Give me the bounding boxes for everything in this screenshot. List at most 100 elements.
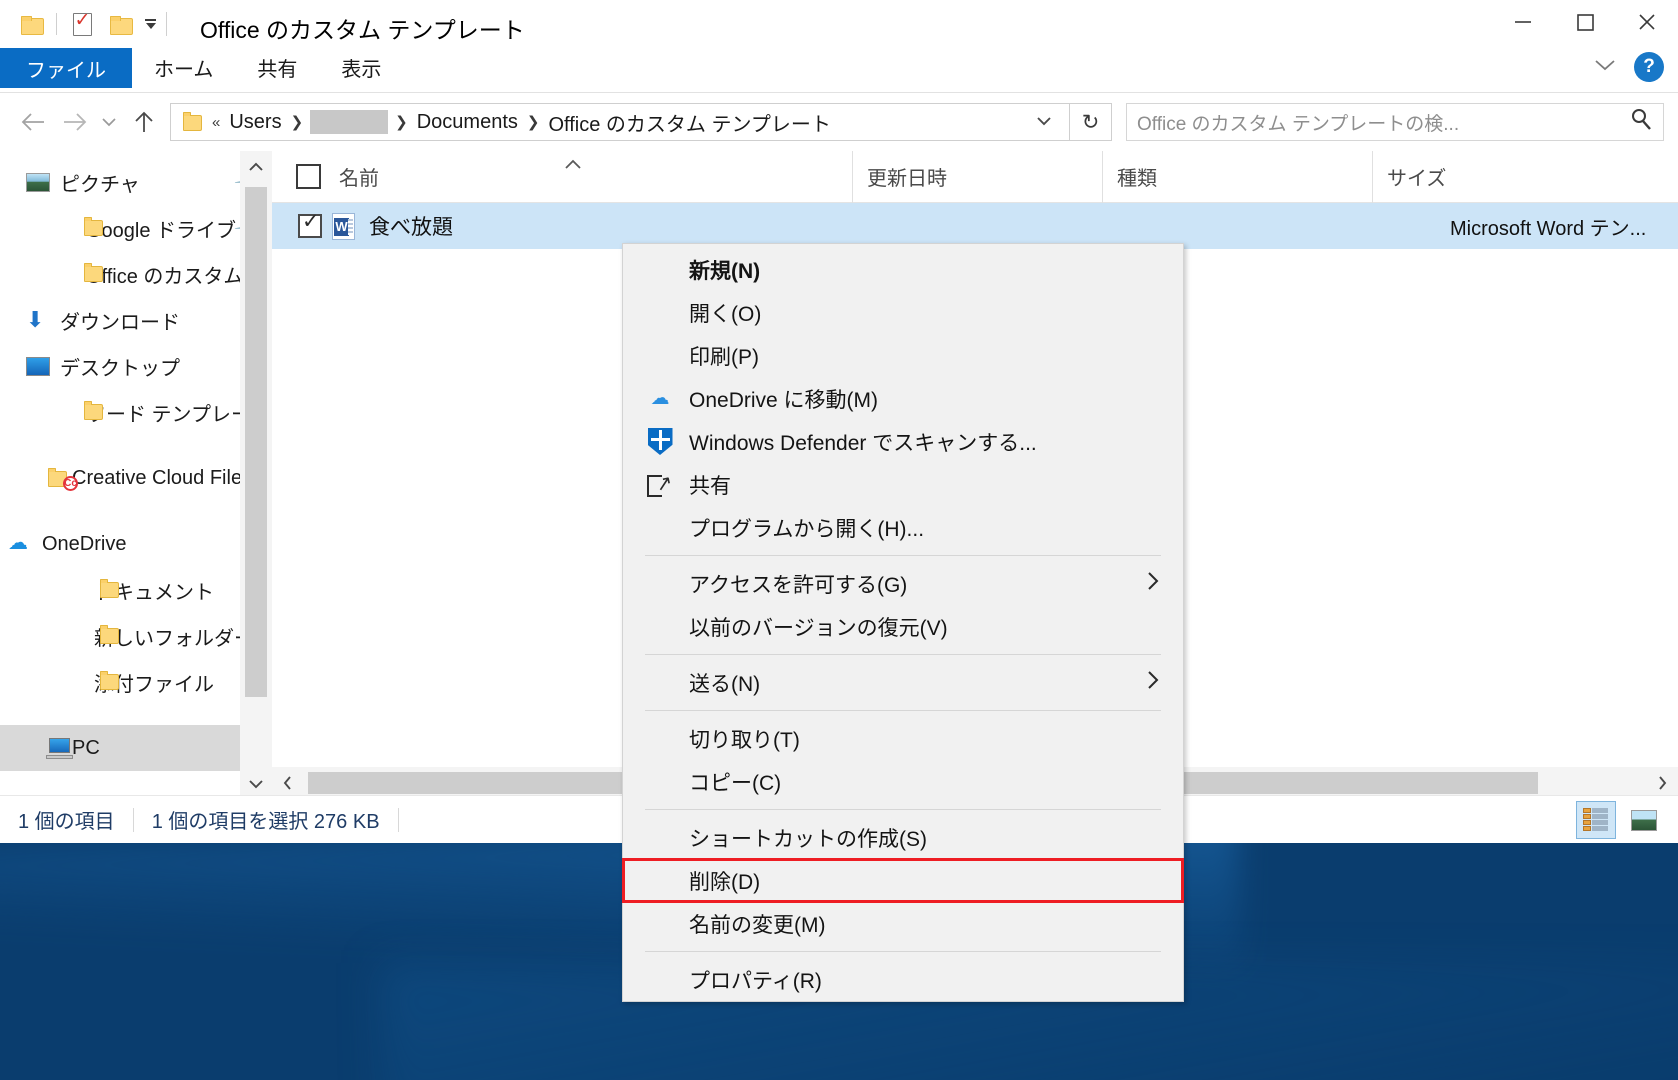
sidebar-item-label: ダウンロード xyxy=(60,311,180,334)
sidebar-item-label: ピクチャ xyxy=(60,173,140,196)
details-view-icon[interactable] xyxy=(1576,801,1616,839)
folder-icon[interactable] xyxy=(12,5,50,43)
sidebar-item-new-folder[interactable]: 新しいフォルダー xyxy=(0,613,272,659)
menu-item-restore-previous-versions[interactable]: 以前のバージョンの復元(V) xyxy=(623,605,1183,648)
sidebar-item-pictures[interactable]: ピクチャ 📌 xyxy=(0,159,272,205)
divider xyxy=(132,807,134,832)
menu-separator xyxy=(645,710,1161,711)
window-controls xyxy=(1492,0,1678,44)
view-mode-buttons xyxy=(1576,801,1664,839)
help-button[interactable]: ? xyxy=(1634,52,1664,82)
select-all-checkbox[interactable] xyxy=(296,164,321,189)
menu-item-new[interactable]: 新規(N) xyxy=(623,248,1183,291)
refresh-button[interactable]: ↻ xyxy=(1070,103,1112,141)
close-icon[interactable] xyxy=(1616,0,1678,44)
navpane-scrollbar[interactable] xyxy=(240,151,272,799)
menu-item-scan-with-defender[interactable]: Windows Defender でスキャンする... xyxy=(623,420,1183,463)
menu-item-create-shortcut[interactable]: ショートカットの作成(S) xyxy=(623,816,1183,859)
sidebar-item-label: OneDrive xyxy=(42,532,127,555)
scrollbar-thumb[interactable] xyxy=(245,187,267,697)
google-drive-folder-icon xyxy=(82,217,108,239)
menu-item-move-to-onedrive[interactable]: ☁ OneDrive に移動(M) xyxy=(623,377,1183,420)
file-name: 食べ放題 xyxy=(369,216,453,239)
breadcrumb-username-redacted[interactable] xyxy=(310,110,389,134)
chevron-right-icon xyxy=(1145,667,1161,699)
address-dropdown-icon[interactable] xyxy=(1025,114,1063,130)
menu-item-open[interactable]: 開く(O) xyxy=(623,291,1183,334)
sidebar-item-label: PC xyxy=(72,736,100,759)
pc-icon xyxy=(46,737,76,759)
sidebar-item-google-drive[interactable]: Google ドライブ 📌 xyxy=(0,205,272,251)
menu-item-label: 印刷(P) xyxy=(689,345,759,369)
menu-item-delete[interactable]: 削除(D) xyxy=(622,858,1184,903)
breadcrumb-current-folder[interactable]: Office のカスタム テンプレート xyxy=(542,108,836,137)
sidebar-item-attachments[interactable]: 添付ファイル xyxy=(0,659,272,705)
menu-item-label: 開く(O) xyxy=(689,302,762,326)
menu-item-label: 共有 xyxy=(689,474,731,498)
sidebar-item-downloads[interactable]: ⬇ ダウンロード xyxy=(0,297,272,343)
search-input[interactable]: Office のカスタム テンプレートの検... xyxy=(1126,103,1664,141)
menu-item-give-access-to[interactable]: アクセスを許可する(G) xyxy=(623,562,1183,605)
menu-item-rename[interactable]: 名前の変更(M) xyxy=(623,902,1183,945)
column-header-date-modified[interactable]: 更新日時 xyxy=(852,150,1102,203)
tab-file[interactable]: ファイル xyxy=(0,48,132,88)
menu-item-send-to[interactable]: 送る(N) xyxy=(623,661,1183,704)
menu-item-print[interactable]: 印刷(P) xyxy=(623,334,1183,377)
menu-item-share[interactable]: ↗ 共有 xyxy=(623,463,1183,506)
sidebar-item-pc[interactable]: PC xyxy=(0,725,272,771)
column-label: 名前 xyxy=(339,168,379,190)
window-title: Office のカスタム テンプレート xyxy=(200,17,525,43)
sidebar-item-word-templates[interactable]: ワード テンプレート xyxy=(0,389,272,435)
column-label: 更新日時 xyxy=(867,168,947,190)
minimize-icon[interactable] xyxy=(1492,0,1554,44)
sidebar-item-documents[interactable]: ドキュメント xyxy=(0,567,272,613)
large-icons-view-icon[interactable] xyxy=(1624,801,1664,839)
sidebar-item-onedrive[interactable]: ☁ OneDrive xyxy=(0,521,272,567)
share-icon: ↗ xyxy=(645,471,675,499)
menu-separator xyxy=(645,555,1161,556)
folder-icon xyxy=(98,579,124,601)
breadcrumb-documents[interactable]: Documents xyxy=(411,111,524,134)
column-header-name[interactable]: 名前 xyxy=(272,151,852,203)
folder-icon xyxy=(82,263,108,285)
context-menu: 新規(N) 開く(O) 印刷(P) ☁ OneDrive に移動(M) Wind… xyxy=(622,243,1184,1002)
column-header-type[interactable]: 種類 xyxy=(1102,150,1372,203)
customize-qat-caret-icon[interactable] xyxy=(145,19,156,29)
back-button[interactable] xyxy=(14,102,54,142)
menu-item-cut[interactable]: 切り取り(T) xyxy=(623,717,1183,760)
maximize-icon[interactable] xyxy=(1554,0,1616,44)
item-count: 1 個の項目 xyxy=(18,811,115,833)
up-button[interactable] xyxy=(124,102,164,142)
word-template-icon: W xyxy=(332,212,355,240)
search-icon[interactable] xyxy=(1629,107,1653,137)
document-check-icon[interactable] xyxy=(63,5,101,43)
forward-button[interactable] xyxy=(54,102,94,142)
column-header-size[interactable]: サイズ xyxy=(1372,150,1572,203)
navigation-pane: ピクチャ 📌 Google ドライブ 📌 Office のカスタム テ ⬇ ダウ… xyxy=(0,151,272,799)
folder-icon-2[interactable] xyxy=(101,5,139,43)
picture-icon xyxy=(26,172,50,192)
menu-item-label: OneDrive に移動(M) xyxy=(689,388,879,412)
tab-share[interactable]: 共有 xyxy=(235,48,319,86)
breadcrumb-overflow[interactable]: « xyxy=(209,114,223,131)
sidebar-item-office-custom-templates[interactable]: Office のカスタム テ xyxy=(0,251,272,297)
breadcrumb-users[interactable]: Users xyxy=(223,111,287,134)
sidebar-item-creative-cloud-files[interactable]: Cc Creative Cloud File xyxy=(0,455,272,501)
tab-home[interactable]: ホーム xyxy=(132,48,235,86)
menu-item-label: Windows Defender でスキャンする... xyxy=(689,431,1037,455)
menu-item-copy[interactable]: コピー(C) xyxy=(623,760,1183,803)
sidebar-item-desktop[interactable]: デスクトップ xyxy=(0,343,272,389)
breadcrumb[interactable]: « Users ❯ ❯ Documents ❯ Office のカスタム テンプ… xyxy=(170,103,1070,141)
menu-separator xyxy=(645,951,1161,952)
recent-locations-icon[interactable] xyxy=(94,102,124,142)
tab-view[interactable]: 表示 xyxy=(319,48,403,86)
chevron-right-icon xyxy=(1145,568,1161,600)
menu-item-properties[interactable]: プロパティ(R) xyxy=(623,958,1183,1001)
folder-icon xyxy=(98,671,124,693)
chevron-down-icon[interactable] xyxy=(1592,57,1618,78)
row-checkbox[interactable] xyxy=(298,209,322,238)
breadcrumb-separator: ❯ xyxy=(290,114,304,131)
chevron-up-icon[interactable] xyxy=(240,151,272,183)
menu-item-open-with[interactable]: プログラムから開く(H)... xyxy=(623,506,1183,549)
